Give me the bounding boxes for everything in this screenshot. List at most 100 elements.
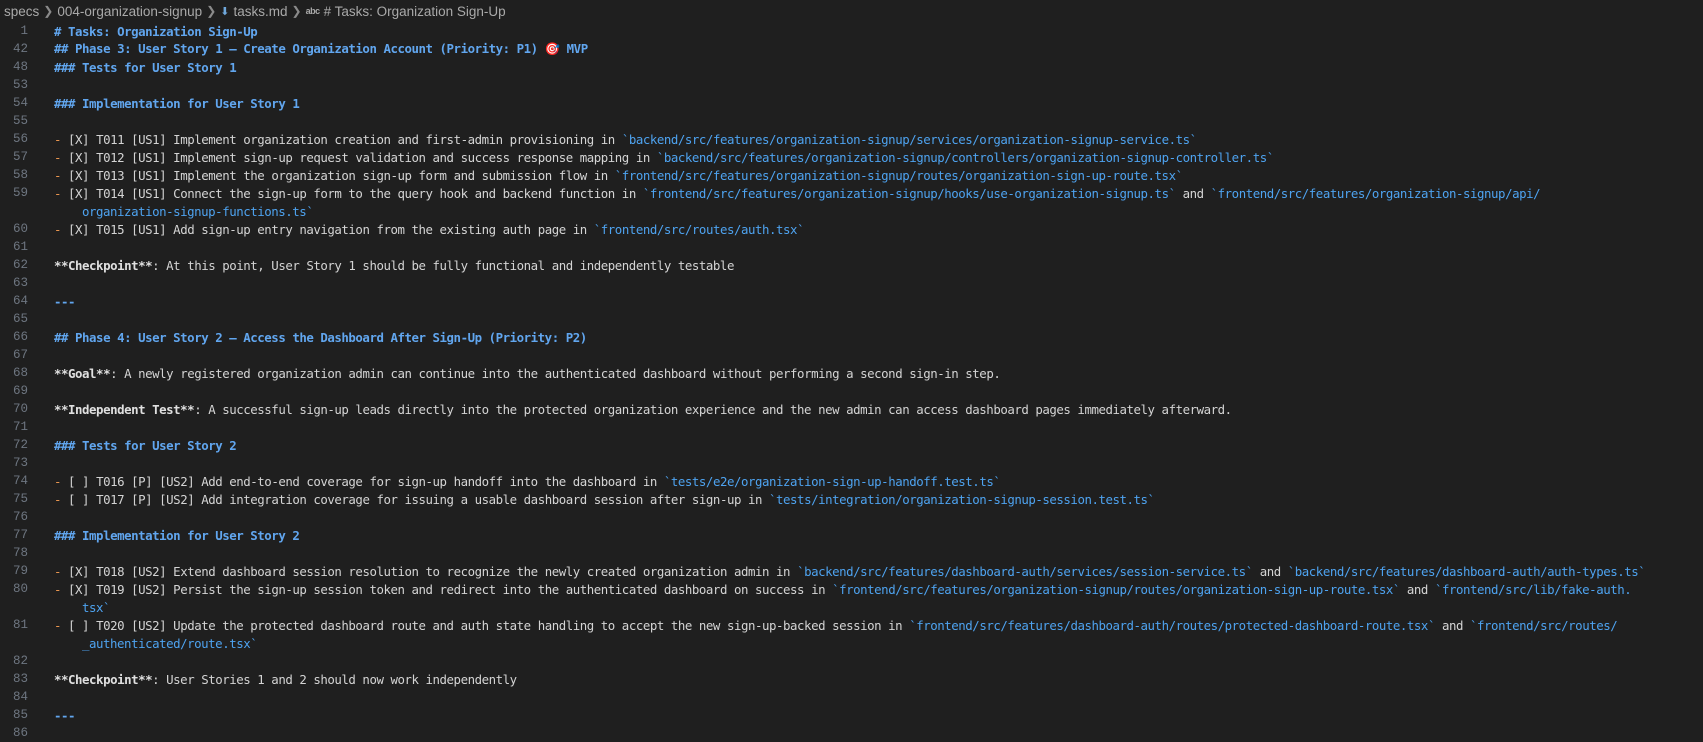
editor-line[interactable]: 71 — [0, 418, 1703, 436]
list-bullet: - — [54, 563, 69, 579]
line-text: [X] T012 [US1] Implement sign-up request… — [68, 149, 657, 165]
line-content: **Checkpoint**: User Stories 1 and 2 sho… — [28, 672, 517, 687]
line-content: **Checkpoint**: At this point, User Stor… — [28, 258, 734, 273]
editor-line[interactable]: 67 — [0, 346, 1703, 364]
markdown-heading: ### Implementation for User Story 2 — [54, 527, 300, 543]
line-content: # Tasks: Organization Sign-Up — [28, 24, 258, 39]
editor-line[interactable]: 77 ### Implementation for User Story 2 — [0, 526, 1703, 544]
line-text: and — [1252, 563, 1288, 579]
line-text: [ ] T017 [P] [US2] Add integration cover… — [68, 491, 770, 507]
editor-text-area[interactable]: 1 # Tasks: Organization Sign-Up 42 ## Phase… — [0, 22, 1703, 742]
file-path: `backend/src/features/dashboard-auth/ser… — [797, 563, 1253, 579]
line-content: - [X] T012 [US1] Implement sign-up reque… — [28, 150, 1274, 165]
file-path: `frontend/src/routes/ — [1470, 617, 1618, 633]
line-text: [X] T014 [US1] Connect the sign-up form … — [68, 185, 643, 201]
editor-line[interactable]: 80- [X] T019 [US2] Persist the sign-up s… — [0, 580, 1703, 598]
line-text: : A newly registered organization admin … — [110, 365, 1001, 381]
editor-line[interactable]: 85 --- — [0, 706, 1703, 724]
line-content: **Goal**: A newly registered organizatio… — [28, 365, 1001, 381]
editor-line[interactable]: 57- [X] T012 [US1] Implement sign-up req… — [0, 148, 1703, 166]
bold-label: **Checkpoint** — [54, 257, 153, 273]
line-content: - [ ] T020 [US2] Update the protected da… — [28, 617, 1618, 633]
line-number: 69 — [12, 384, 28, 398]
breadcrumb-item-symbol[interactable]: # Tasks: Organization Sign-Up — [324, 4, 506, 19]
line-number: 54 — [12, 96, 28, 110]
line-content: tsx` — [28, 600, 110, 615]
editor-line[interactable]: 86 — [0, 724, 1703, 742]
editor-line[interactable]: 1 # Tasks: Organization Sign-Up — [0, 22, 1703, 40]
editor-line[interactable]: _authenticated/route.tsx` — [0, 634, 1703, 652]
editor-line[interactable]: 42 ## Phase 3: User Story 1 – Create Orga… — [0, 40, 1703, 58]
line-content: --- — [28, 294, 75, 309]
editor-line[interactable]: 72 ### Tests for User Story 2 — [0, 436, 1703, 454]
file-path: `backend/src/features/organization-signu… — [621, 131, 1197, 147]
editor-line[interactable]: organization-signup-functions.ts` — [0, 202, 1703, 220]
line-content: - [ ] T016 [P] [US2] Add end-to-end cove… — [28, 473, 1001, 489]
editor-line[interactable]: 48 ### Tests for User Story 1 — [0, 58, 1703, 76]
line-content: - [X] T019 [US2] Persist the sign-up ses… — [28, 582, 1632, 597]
line-content: ## Phase 4: User Story 2 – Access the Da… — [28, 330, 587, 345]
editor-line[interactable]: 68 **Goal**: A newly registered organizat… — [0, 364, 1703, 382]
list-bullet: - — [54, 149, 69, 165]
list-bullet: - — [54, 221, 69, 237]
list-bullet: - — [54, 185, 69, 201]
line-number: 74 — [12, 474, 28, 488]
line-number: 85 — [12, 708, 28, 722]
markdown-heading: ## Phase 3: User Story 1 – Create Organi… — [54, 41, 588, 56]
editor-line[interactable]: 66 ## Phase 4: User Story 2 – Access the … — [0, 328, 1703, 346]
chevron-right-icon: ❯ — [206, 4, 217, 18]
file-path: `frontend/src/routes/auth.tsx` — [593, 221, 805, 237]
editor-line[interactable]: 84 — [0, 688, 1703, 706]
editor-line[interactable]: 55 — [0, 112, 1703, 130]
file-path: `backend/src/features/dashboard-auth/aut… — [1287, 563, 1646, 579]
editor-line[interactable]: 56- [X] T011 [US1] Implement organizatio… — [0, 130, 1703, 148]
editor-line[interactable]: 78 — [0, 544, 1703, 562]
bold-label: **Independent Test** — [54, 401, 195, 417]
chevron-right-icon: ❯ — [291, 4, 302, 18]
editor-line[interactable]: 63 — [0, 274, 1703, 292]
line-content: ### Implementation for User Story 2 — [28, 527, 300, 543]
line-content: _authenticated/route.tsx` — [28, 636, 258, 651]
editor-line[interactable]: 75- [ ] T017 [P] [US2] Add integration c… — [0, 490, 1703, 508]
editor-line[interactable]: 76 — [0, 508, 1703, 526]
line-text: : A successful sign-up leads directly in… — [194, 401, 1232, 417]
line-content: - [X] T018 [US2] Extend dashboard sessio… — [28, 563, 1646, 579]
list-bullet: - — [54, 491, 69, 507]
line-number: 59 — [12, 186, 28, 200]
editor-line[interactable]: 83 **Checkpoint**: User Stories 1 and 2 s… — [0, 670, 1703, 688]
line-number: 72 — [12, 438, 28, 452]
editor-line[interactable]: tsx` — [0, 598, 1703, 616]
editor-line[interactable]: 60- [X] T015 [US1] Add sign-up entry nav… — [0, 220, 1703, 238]
editor-line[interactable]: 62 **Checkpoint**: At this point, User St… — [0, 256, 1703, 274]
editor-line[interactable]: 54 ### Implementation for User Story 1 — [0, 94, 1703, 112]
file-path: `tests/integration/organization-signup-s… — [769, 491, 1155, 507]
editor-line[interactable]: 64 --- — [0, 292, 1703, 310]
line-number: 70 — [12, 402, 28, 416]
editor-line[interactable]: 61 — [0, 238, 1703, 256]
editor-line[interactable]: 65 — [0, 310, 1703, 328]
breadcrumb-item-folder[interactable]: 004-organization-signup — [57, 4, 202, 19]
markdown-heading: ### Tests for User Story 1 — [54, 59, 237, 75]
line-content: - [X] T013 [US1] Implement the organizat… — [28, 168, 1183, 183]
line-number: 64 — [12, 294, 28, 308]
editor-line[interactable]: 53 — [0, 76, 1703, 94]
editor-line[interactable]: 79- [X] T018 [US2] Extend dashboard sess… — [0, 562, 1703, 580]
line-number: 82 — [12, 654, 28, 668]
editor-line[interactable]: 59 - [X] T014 [US1] Connect the sign-up f… — [0, 184, 1703, 202]
editor-line[interactable]: 73 — [0, 454, 1703, 472]
line-number: 1 — [20, 24, 28, 38]
editor-line[interactable]: 81- [ ] T020 [US2] Update the protected … — [0, 616, 1703, 634]
breadcrumb-item-specs[interactable]: specs — [4, 4, 39, 19]
line-text: [X] T013 [US1] Implement the organizatio… — [68, 167, 615, 183]
editor-line[interactable]: 82 — [0, 652, 1703, 670]
list-bullet: - — [54, 473, 69, 489]
editor-line[interactable]: 69 — [0, 382, 1703, 400]
list-bullet: - — [54, 167, 69, 183]
editor-line[interactable]: 70 **Independent Test**: A successful sig… — [0, 400, 1703, 418]
line-text: [X] T018 [US2] Extend dashboard session … — [68, 563, 798, 579]
editor-line[interactable]: 58- [X] T013 [US1] Implement the organiz… — [0, 166, 1703, 184]
editor-line[interactable]: 74- [ ] T016 [P] [US2] Add end-to-end co… — [0, 472, 1703, 490]
line-number: 61 — [12, 240, 28, 254]
breadcrumb-item-file[interactable]: tasks.md — [233, 4, 287, 19]
line-content: - [ ] T017 [P] [US2] Add integration cov… — [28, 492, 1155, 507]
